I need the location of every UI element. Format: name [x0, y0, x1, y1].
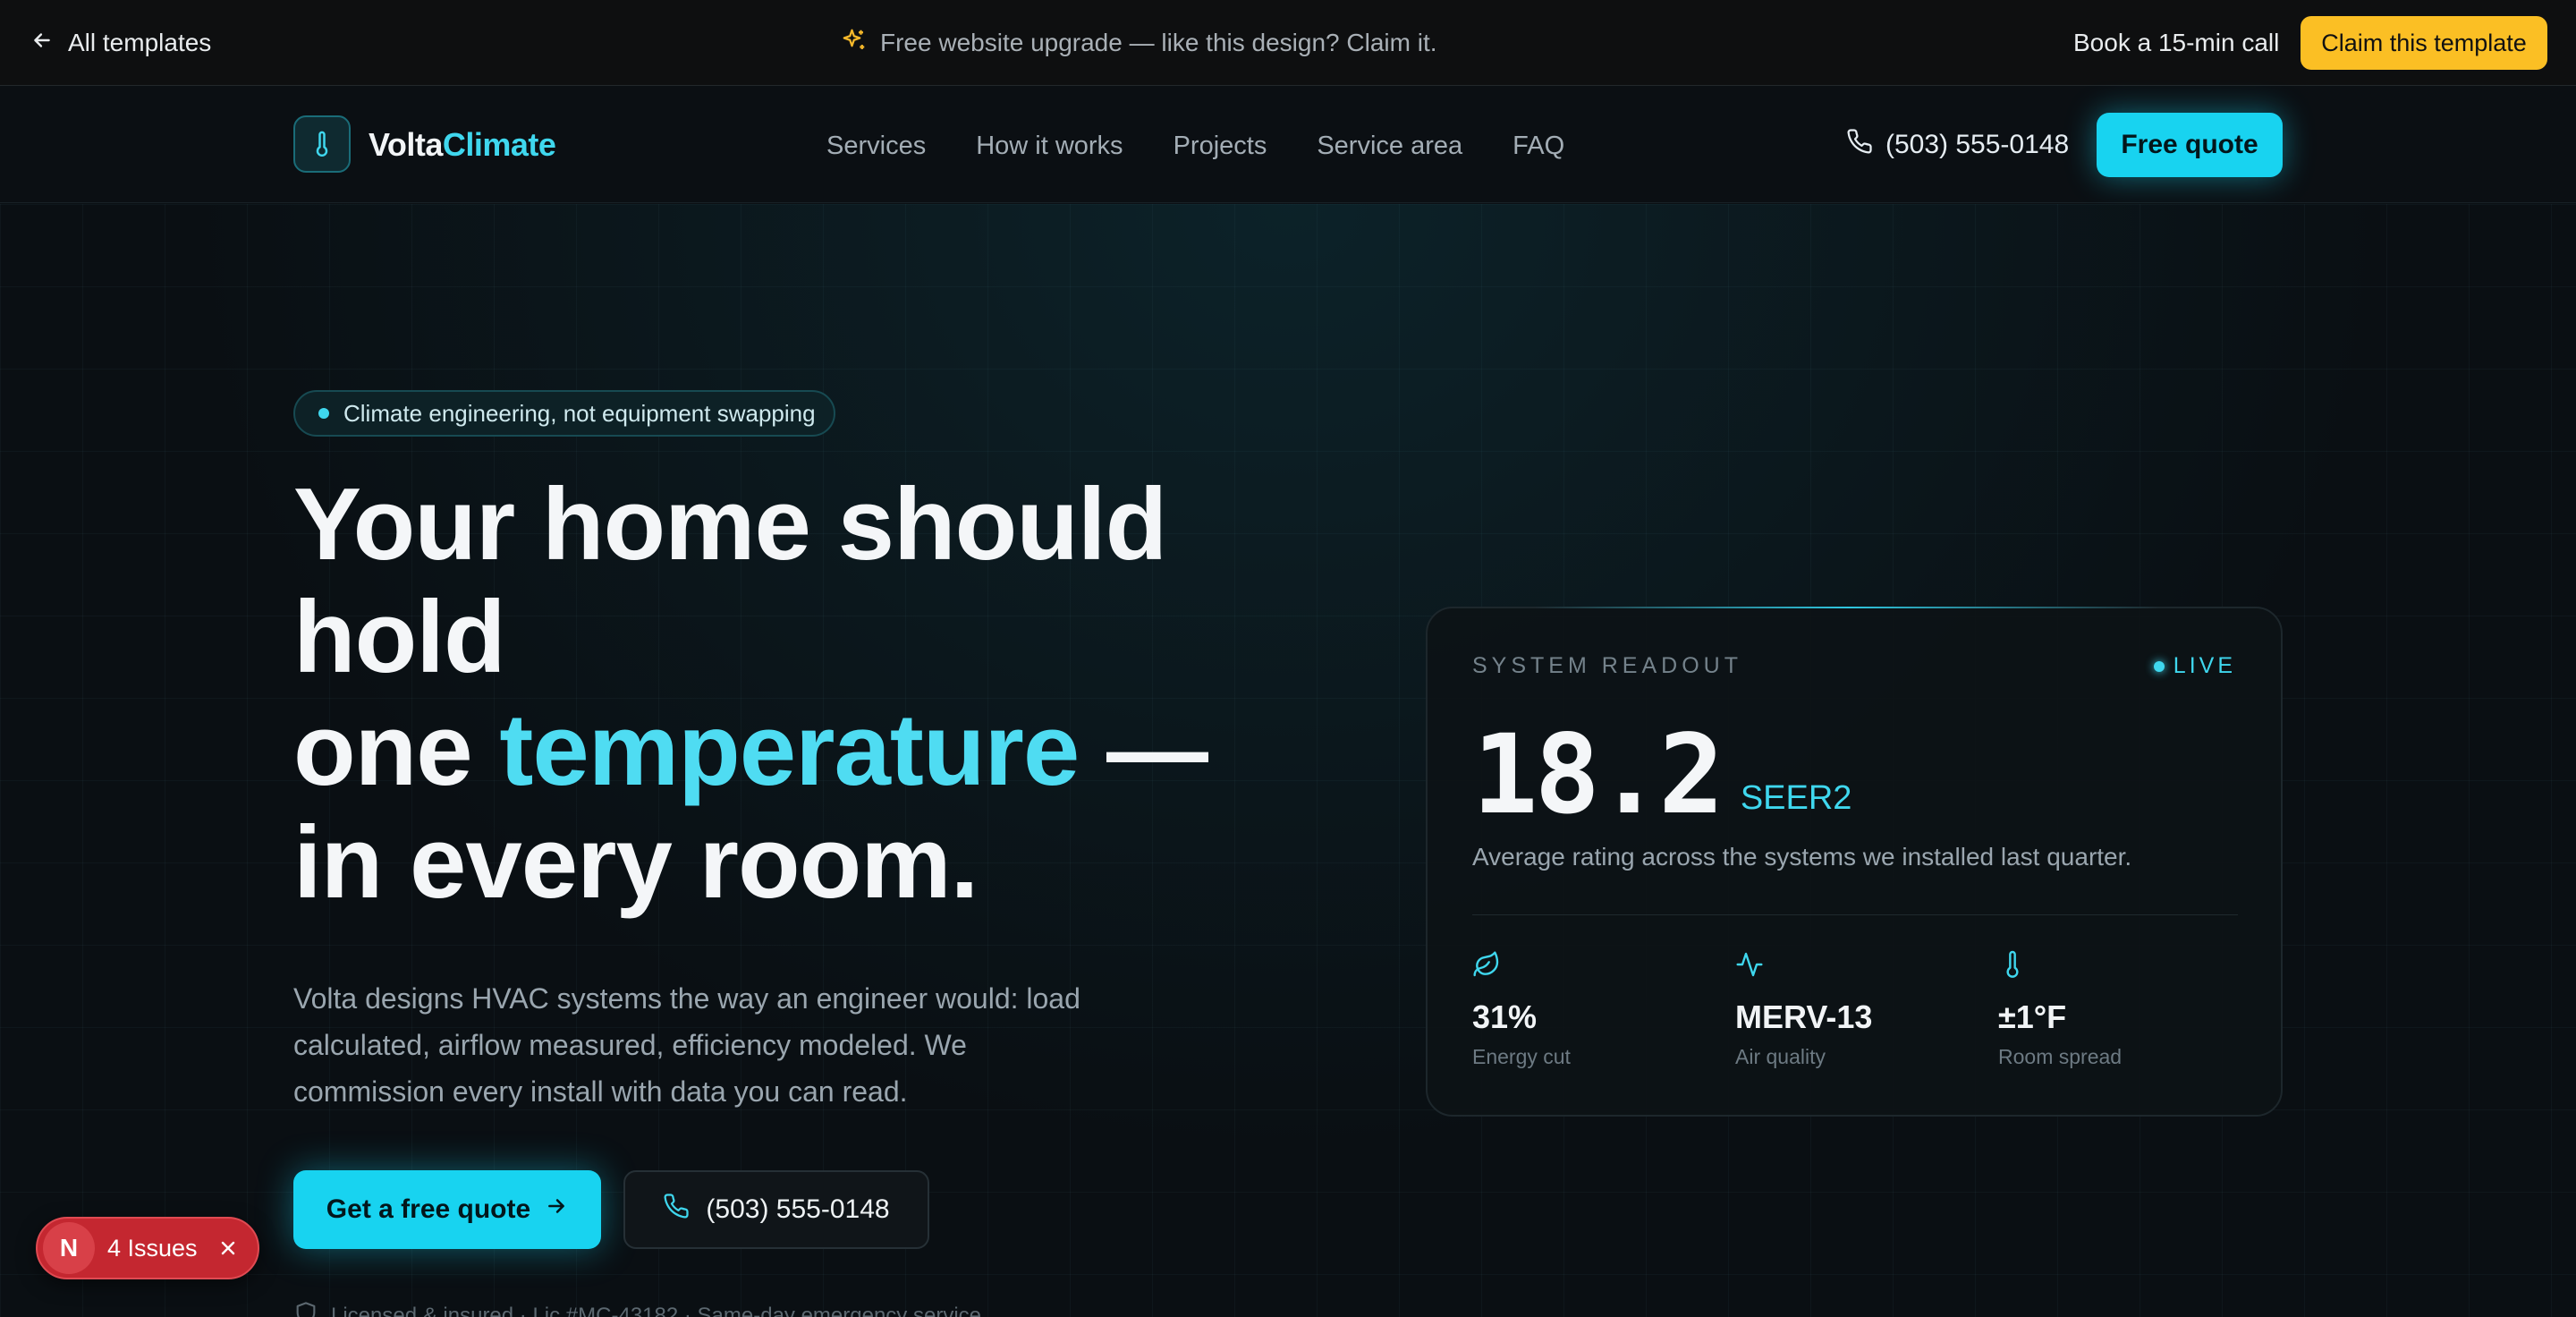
hero-subtext: Volta designs HVAC systems the way an en…	[293, 982, 1080, 1108]
license-text: Licensed & insured · Lic #MC-43182 · Sam…	[331, 1304, 981, 1317]
issues-toast[interactable]: N 4 Issues	[36, 1217, 259, 1279]
nav-item-service-area[interactable]: Service area	[1317, 132, 1462, 161]
readout-unit: SEER2	[1740, 779, 1852, 817]
headline-line-3-pre: one	[293, 693, 500, 807]
license-note: Licensed & insured · Lic #MC-43182 · Sam…	[293, 1301, 981, 1317]
all-templates-label: All templates	[68, 29, 212, 56]
leaf-icon	[1472, 948, 1705, 981]
cta-primary-label: Get a free quote	[326, 1194, 531, 1224]
readout-description: Average rating across the systems we ins…	[1472, 843, 2132, 871]
get-free-quote-button[interactable]: Get a free quote	[293, 1170, 601, 1249]
pill-text: Climate engineering, not equipment swapp…	[343, 399, 816, 427]
stat-label: Room spread	[1998, 1045, 2123, 1068]
claim-template-button[interactable]: Claim this template	[2301, 16, 2547, 70]
nav-item-how-it-works[interactable]: How it works	[976, 132, 1123, 161]
call-phone-button[interactable]: (503) 555-0148	[623, 1170, 929, 1249]
shield-icon	[293, 1301, 318, 1317]
phone-icon	[663, 1193, 690, 1227]
pill-dot	[318, 408, 329, 419]
stat-energy: 31% Energy cut	[1472, 948, 1705, 1069]
book-call-link[interactable]: Book a 15-min call	[2073, 25, 2279, 61]
activity-icon	[1735, 948, 1968, 981]
all-templates-link[interactable]: All templates	[30, 25, 211, 61]
main-nav: Volta Climate Services How it works Proje…	[0, 87, 2576, 203]
nav-phone-link[interactable]: (503) 555-0148	[1846, 124, 2069, 166]
nav-item-projects[interactable]: Projects	[1174, 132, 1267, 161]
live-label: LIVE	[2173, 653, 2236, 678]
nav-item-services[interactable]: Services	[826, 132, 926, 161]
headline-line-3-post: —	[1079, 693, 1208, 807]
tagline-pill: Climate engineering, not equipment swapp…	[293, 390, 835, 437]
stat-label: Air quality	[1735, 1045, 1826, 1068]
arrow-left-icon	[30, 29, 54, 58]
live-dot	[2153, 660, 2165, 672]
promo-message[interactable]: Free website upgrade — like this design?…	[841, 25, 1437, 61]
live-indicator: LIVE	[2153, 653, 2236, 679]
phone-icon	[1846, 128, 1873, 162]
stat-room-spread: ±1°F Room spread	[1998, 948, 2231, 1069]
stat-label: Energy cut	[1472, 1045, 1571, 1068]
readout-value: 18.2	[1472, 711, 1724, 838]
headline-line-1: Your home should	[293, 468, 1167, 582]
close-icon[interactable]	[217, 1237, 239, 1259]
next-logo-badge: N	[43, 1222, 95, 1274]
headline-line-2: hold	[293, 581, 506, 694]
stat-value: MERV-13	[1735, 998, 1873, 1035]
free-quote-button[interactable]: Free quote	[2097, 113, 2283, 177]
system-readout-card: SYSTEM READOUT LIVE 18.2 SEER2 Average r…	[1426, 607, 2283, 1117]
stat-value: ±1°F	[1998, 998, 2067, 1035]
card-divider	[1472, 914, 2238, 915]
thermometer-icon	[1998, 948, 2231, 981]
card-glow-line	[1535, 607, 2161, 608]
arrow-right-icon	[545, 1194, 568, 1225]
sparkles-icon	[841, 27, 868, 60]
promo-text: Free website upgrade — like this design?…	[880, 29, 1437, 56]
stat-value: 31%	[1472, 998, 1538, 1035]
cta-secondary-label: (503) 555-0148	[706, 1194, 890, 1224]
readout-value-row: 18.2 SEER2	[1472, 719, 1852, 830]
nav-phone-number: (503) 555-0148	[1885, 130, 2070, 159]
issues-count: 4 Issues	[107, 1234, 198, 1262]
hero-section: Climate engineering, not equipment swapp…	[0, 204, 2576, 1317]
headline-line-4: in every room.	[293, 806, 979, 920]
thermometer-logo-icon[interactable]	[293, 115, 351, 173]
nav-item-faq[interactable]: FAQ	[1513, 132, 1564, 161]
promo-bar: All templates Free website upgrade — lik…	[0, 0, 2576, 86]
headline-accent: temperature	[499, 693, 1080, 807]
nav-menu: Services How it works Projects Service a…	[826, 126, 1564, 166]
brand-name[interactable]: Volta Climate	[369, 124, 556, 166]
stat-air-quality: MERV-13 Air quality	[1735, 948, 1968, 1069]
brand-part-climate: Climate	[442, 126, 556, 163]
readout-label: SYSTEM READOUT	[1472, 653, 1742, 678]
hero-headline: Your home should hold one temperature — …	[293, 469, 1322, 920]
brand-part-volta: Volta	[369, 126, 443, 163]
